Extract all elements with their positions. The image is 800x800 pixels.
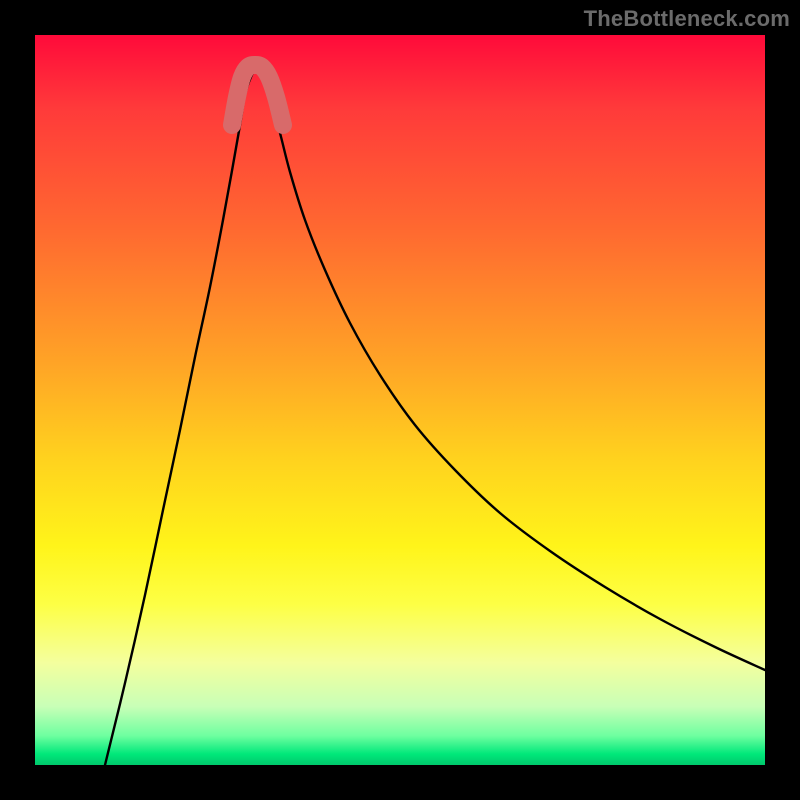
series-curve — [105, 68, 765, 765]
chart-svg — [35, 35, 765, 765]
watermark-text: TheBottleneck.com — [584, 6, 790, 32]
series-valley-highlight — [232, 65, 283, 125]
chart-area — [35, 35, 765, 765]
